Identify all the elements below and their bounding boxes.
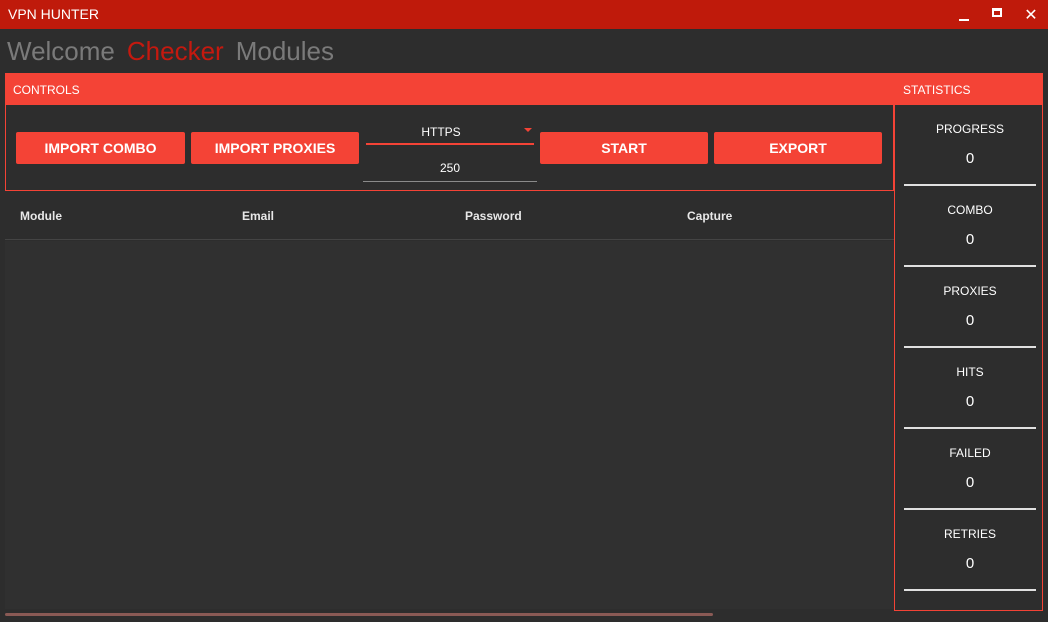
stat-combo-value: 0 xyxy=(965,231,975,248)
stat-combo-label: COMBO xyxy=(947,203,993,217)
title-bar: VPN HUNTER ✕ xyxy=(0,0,1048,29)
threads-input[interactable]: 250 xyxy=(363,157,537,182)
controls-panel: IMPORT COMBO IMPORT PROXIES HTTPS 250 ST… xyxy=(5,105,894,191)
stat-proxies-value: 0 xyxy=(965,312,975,329)
export-button[interactable]: EXPORT xyxy=(714,132,882,164)
results-table: Module Email Password Capture xyxy=(5,191,894,611)
statistics-header-label: STATISTICS xyxy=(903,83,971,97)
maximize-icon xyxy=(992,8,1002,17)
tab-checker[interactable]: Checker xyxy=(127,36,224,68)
column-header-module[interactable]: Module xyxy=(20,209,62,223)
table-header: Module Email Password Capture xyxy=(5,191,894,240)
stat-proxies-label: PROXIES xyxy=(943,284,997,298)
start-button[interactable]: START xyxy=(540,132,708,164)
tab-welcome[interactable]: Welcome xyxy=(7,36,115,68)
column-header-password[interactable]: Password xyxy=(465,209,522,223)
maximize-button[interactable] xyxy=(981,0,1013,29)
stat-progress: PROGRESS 0 xyxy=(904,105,1036,186)
import-proxies-button[interactable]: IMPORT PROXIES xyxy=(191,132,359,164)
stat-failed: FAILED 0 xyxy=(904,429,1036,510)
controls-header-label: CONTROLS xyxy=(13,83,80,97)
stat-hits-value: 0 xyxy=(965,393,975,410)
stat-retries: RETRIES 0 xyxy=(904,510,1036,591)
stat-hits-label: HITS xyxy=(956,365,984,379)
minimize-icon xyxy=(959,18,969,21)
proxy-type-value: HTTPS xyxy=(421,125,461,139)
dropdown-caret-icon xyxy=(524,128,532,132)
main-nav: Welcome Checker Modules xyxy=(7,36,334,68)
horizontal-scrollbar[interactable] xyxy=(5,613,713,616)
column-header-capture[interactable]: Capture xyxy=(687,209,732,223)
statistics-header: STATISTICS xyxy=(894,73,1043,105)
stat-combo: COMBO 0 xyxy=(904,186,1036,267)
controls-header: CONTROLS xyxy=(5,73,894,105)
statistics-panel: PROGRESS 0 COMBO 0 PROXIES 0 HITS 0 FAIL… xyxy=(894,105,1043,611)
stat-progress-value: 0 xyxy=(965,150,975,167)
stat-failed-label: FAILED xyxy=(949,446,991,460)
import-combo-button[interactable]: IMPORT COMBO xyxy=(16,132,185,164)
close-button[interactable]: ✕ xyxy=(1015,0,1047,29)
app-title: VPN HUNTER xyxy=(8,6,100,22)
stat-hits: HITS 0 xyxy=(904,348,1036,429)
proxy-type-select[interactable]: HTTPS xyxy=(366,119,534,145)
stat-progress-label: PROGRESS xyxy=(935,122,1004,136)
minimize-button[interactable] xyxy=(948,0,980,29)
stat-retries-label: RETRIES xyxy=(943,527,996,541)
stat-proxies: PROXIES 0 xyxy=(904,267,1036,348)
stat-retries-value: 0 xyxy=(965,555,975,572)
column-header-email[interactable]: Email xyxy=(242,209,274,223)
close-icon: ✕ xyxy=(1024,6,1038,24)
tab-modules[interactable]: Modules xyxy=(236,36,334,68)
stat-failed-value: 0 xyxy=(965,474,975,491)
table-body xyxy=(5,241,894,609)
